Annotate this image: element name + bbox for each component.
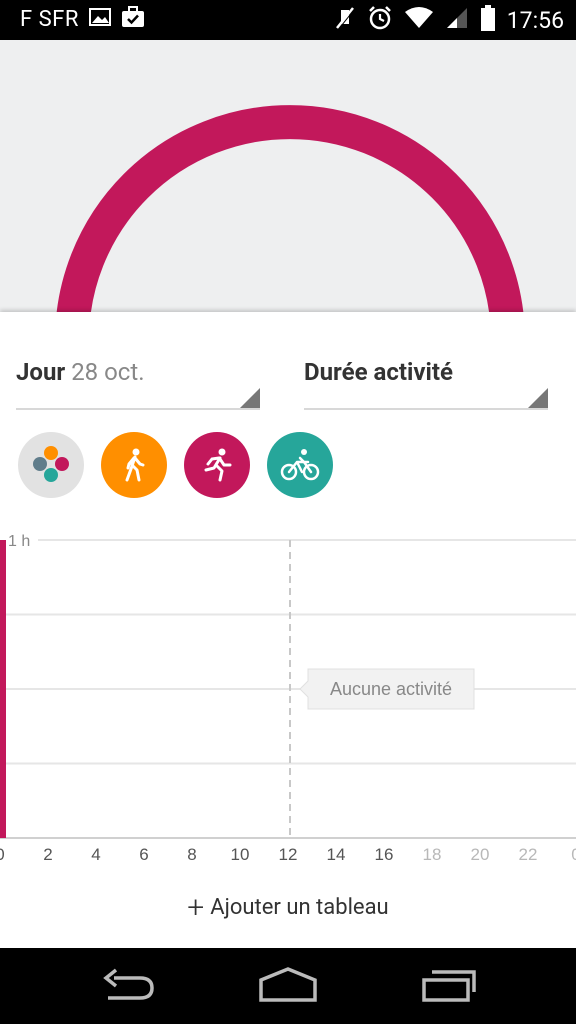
empty-tooltip: Aucune activité <box>299 668 475 710</box>
x-tick-label: 2 <box>43 845 52 862</box>
activity-chart: 1 h 0 2 4 6 8 10 12 14 16 18 20 22 0 Aucune activité <box>0 522 576 864</box>
x-tick-label: 4 <box>91 845 100 862</box>
x-tick-labels: 0 2 4 6 8 10 12 14 16 18 20 22 0 <box>0 845 576 864</box>
briefcase-check-icon <box>121 6 145 32</box>
x-tick-label: 18 <box>423 845 442 862</box>
x-tick-label: 14 <box>327 845 346 862</box>
x-tick-label: 22 <box>519 845 538 862</box>
status-left: F SFR <box>20 6 145 32</box>
dropdown-arrow-icon <box>240 388 260 408</box>
back-button[interactable] <box>100 966 156 1010</box>
activity-filters <box>18 432 333 498</box>
dots-icon <box>33 446 69 482</box>
dropdown-arrow-icon <box>528 388 548 408</box>
home-icon <box>259 967 317 1002</box>
chart-bars <box>0 540 6 838</box>
carrier-name: F SFR <box>20 6 79 32</box>
add-table-button[interactable]: + Ajouter un tableau <box>0 890 576 925</box>
activity-ring-area <box>0 40 576 312</box>
period-label: Jour <box>16 358 66 386</box>
x-tick-label: 0 <box>571 845 576 862</box>
bike-icon <box>280 449 320 481</box>
period-dropdown-text: Jour 28 oct. <box>16 358 145 386</box>
period-dropdown[interactable]: Jour 28 oct. <box>16 352 260 410</box>
signal-icon <box>445 6 469 34</box>
wifi-icon <box>404 7 433 33</box>
alarm-icon <box>367 5 393 35</box>
chart-grid <box>0 539 576 839</box>
clock: 17:56 <box>506 6 564 34</box>
filter-walking-button[interactable] <box>101 432 167 498</box>
plus-icon: + <box>187 890 205 925</box>
filter-cycling-button[interactable] <box>267 432 333 498</box>
x-tick-label: 8 <box>187 845 196 862</box>
x-tick-label: 10 <box>231 845 250 862</box>
filter-running-button[interactable] <box>184 432 250 498</box>
recents-button[interactable] <box>420 966 478 1010</box>
activity-card: Jour 28 oct. Durée activité 1 h 2 4 6 8 … <box>0 312 576 948</box>
back-icon <box>103 968 154 1000</box>
image-icon <box>88 7 111 31</box>
metric-dropdown[interactable]: Durée activité <box>304 352 548 410</box>
metric-label: Durée activité <box>304 358 453 386</box>
mute-icon <box>335 6 355 34</box>
filter-all-activities-button[interactable] <box>18 432 84 498</box>
run-icon <box>204 448 232 482</box>
y-tick-label: 1 h <box>8 533 30 550</box>
x-tick-label: 0 <box>0 845 5 862</box>
x-tick-label: 12 <box>279 845 298 862</box>
add-table-label: Ajouter un tableau <box>210 895 389 920</box>
home-button[interactable] <box>258 966 318 1010</box>
status-right: 17:56 <box>335 5 564 35</box>
walk-icon <box>125 448 145 482</box>
x-tick-label: 20 <box>471 845 490 862</box>
empty-tooltip-text: Aucune activité <box>330 679 452 699</box>
x-tick-label: 6 <box>139 845 148 862</box>
status-bar: F SFR 17:56 <box>0 0 576 40</box>
activity-chart-svg: 1 h 0 2 4 6 8 10 12 14 16 18 20 22 0 Aucune activité <box>0 533 576 864</box>
recents-icon <box>422 970 476 1002</box>
period-date: 28 oct. <box>71 358 145 386</box>
x-tick-label: 16 <box>375 845 394 862</box>
battery-icon <box>480 5 495 35</box>
activity-bar <box>0 540 6 838</box>
navigation-bar <box>0 948 576 1024</box>
metric-dropdown-text: Durée activité <box>304 358 453 386</box>
activity-ring <box>56 105 524 312</box>
